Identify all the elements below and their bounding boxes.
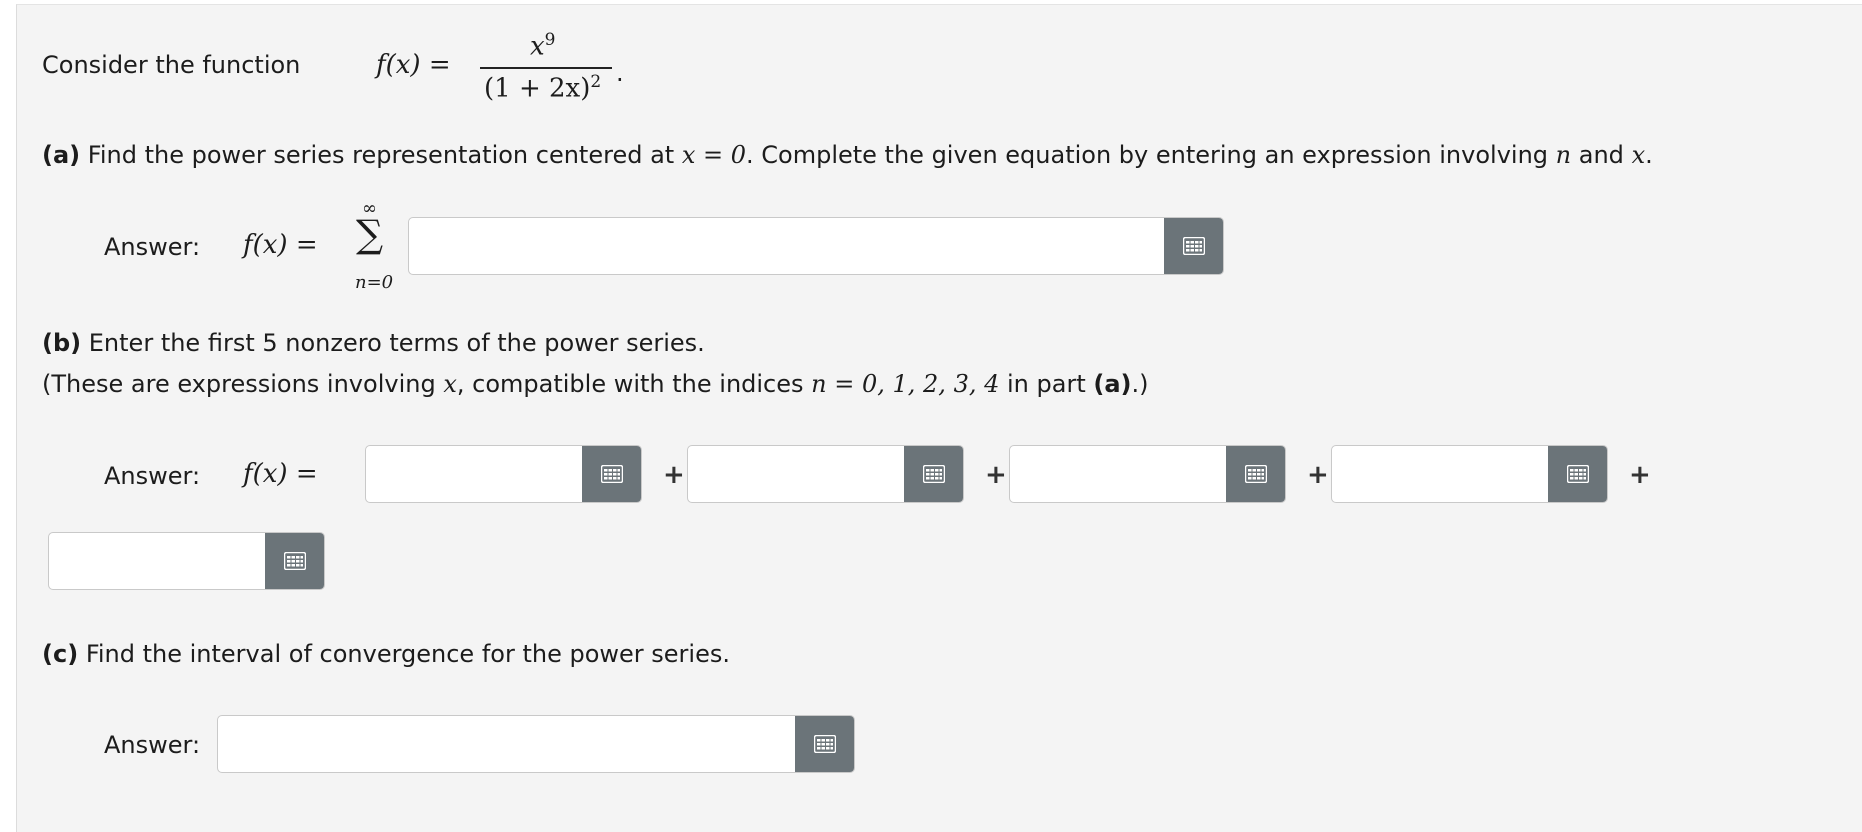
part-b-term-input-1[interactable] — [365, 445, 642, 503]
part-a-lhs: f(x) = — [243, 230, 318, 260]
plus-sign: + — [663, 460, 685, 490]
keypad-grid-icon — [1182, 237, 1205, 255]
part-b-term-input-2[interactable] — [687, 445, 964, 503]
part-b-term-input-5[interactable] — [48, 532, 325, 590]
keypad-grid-icon — [283, 552, 306, 570]
question-panel — [16, 4, 1862, 832]
keypad-grid-icon — [922, 465, 945, 483]
intro-numerator: x9 — [530, 30, 556, 62]
part-c-prompt: (c) Find the interval of convergence for… — [42, 640, 730, 668]
part-b-prompt-line2: (These are expressions involving x, comp… — [42, 370, 1149, 398]
part-a-answer-label: Answer: — [104, 233, 201, 261]
sum-lower-limit: n=0 — [355, 272, 394, 293]
intro-period: . — [616, 59, 624, 87]
part-c-input[interactable] — [217, 715, 855, 773]
part-c-input-field[interactable] — [218, 716, 794, 772]
part-b-term-field-1[interactable] — [366, 446, 581, 502]
part-c-keypad-button[interactable] — [795, 716, 854, 772]
fraction-bar — [480, 67, 612, 69]
keypad-grid-icon — [1244, 465, 1267, 483]
intro-lhs: f(x) = — [376, 50, 451, 80]
plus-sign: + — [985, 460, 1007, 490]
part-b-lhs: f(x) = — [243, 459, 318, 489]
part-b-term-input-3[interactable] — [1009, 445, 1286, 503]
intro-denominator: (1 + 2x)2 — [484, 72, 602, 104]
plus-sign: + — [1629, 460, 1651, 490]
part-b-term-field-5[interactable] — [49, 533, 264, 589]
part-b-keypad-button-1[interactable] — [582, 446, 641, 502]
part-a-input-field[interactable] — [409, 218, 1163, 274]
part-a-prompt: (a) Find the power series representation… — [42, 141, 1653, 169]
part-b-term-input-4[interactable] — [1331, 445, 1608, 503]
plus-sign: + — [1307, 460, 1329, 490]
part-b-keypad-button-2[interactable] — [904, 446, 963, 502]
part-b-answer-label: Answer: — [104, 462, 201, 490]
part-b-term-field-4[interactable] — [1332, 446, 1547, 502]
sum-symbol: ∑ — [356, 212, 384, 256]
keypad-grid-icon — [1566, 465, 1589, 483]
part-a-input[interactable] — [408, 217, 1224, 275]
keypad-grid-icon — [813, 735, 836, 753]
part-b-term-field-3[interactable] — [1010, 446, 1225, 502]
part-b-keypad-button-3[interactable] — [1226, 446, 1285, 502]
part-b-prompt-line1: (b) Enter the first 5 nonzero terms of t… — [42, 329, 705, 357]
part-b-keypad-button-4[interactable] — [1548, 446, 1607, 502]
intro-text: Consider the function — [42, 51, 301, 79]
part-a-keypad-button[interactable] — [1164, 218, 1223, 274]
part-c-answer-label: Answer: — [104, 731, 201, 759]
part-b-keypad-button-5[interactable] — [265, 533, 324, 589]
part-b-term-field-2[interactable] — [688, 446, 903, 502]
keypad-grid-icon — [600, 465, 623, 483]
